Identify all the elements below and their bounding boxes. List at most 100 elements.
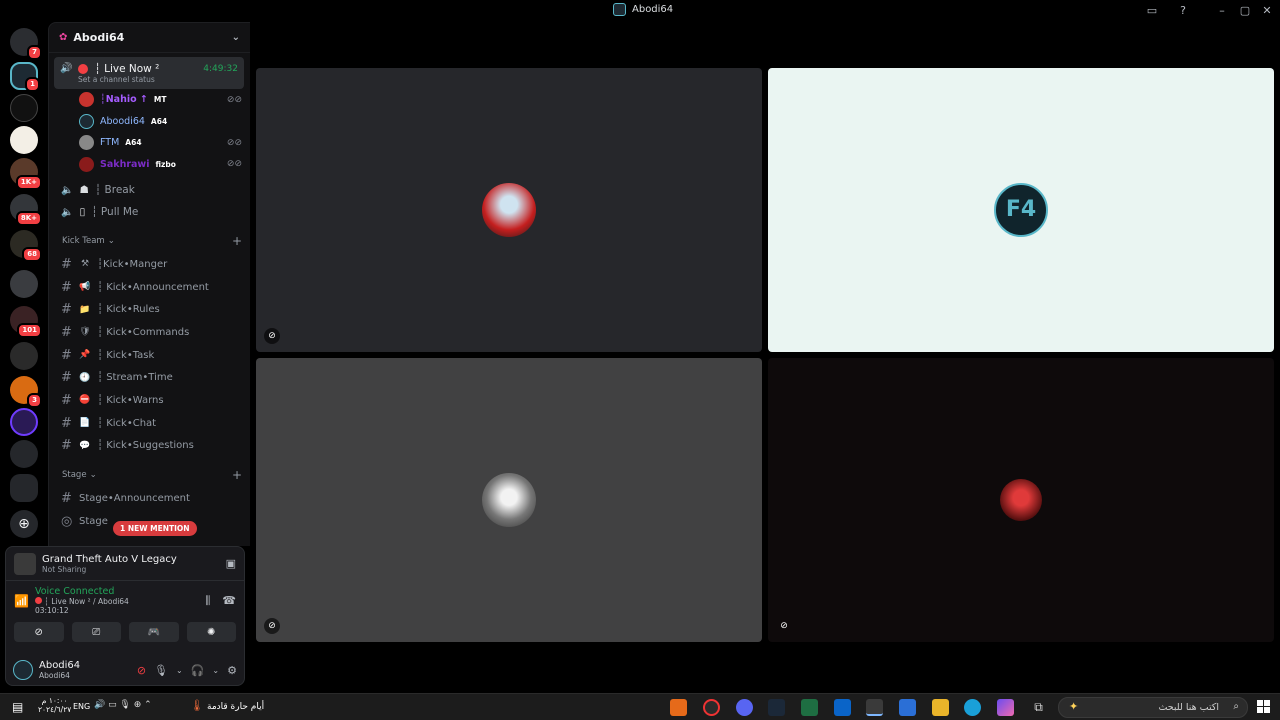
close-icon[interactable]: ✕ <box>1260 4 1274 18</box>
text-channel[interactable]: # 📌 ┆ Kick•Task <box>49 344 250 367</box>
app-icon-excel[interactable] <box>801 699 818 716</box>
app-icon-store[interactable] <box>899 699 916 716</box>
text-channel[interactable]: # 🛡 ┆ Kick•Commands <box>49 321 250 344</box>
app-icon-copilot[interactable] <box>997 699 1014 716</box>
voice-channel-live-now[interactable]: 🔊 ┆ Live Now ² 4:49:32 Set a channel sta… <box>54 57 244 89</box>
category-stage[interactable]: Stage ⌄ + <box>49 463 250 487</box>
maximize-icon[interactable]: ▢ <box>1238 4 1252 18</box>
server-o-icon[interactable] <box>10 440 38 468</box>
activities-button[interactable]: 🎮 <box>129 622 179 642</box>
hash-icon: # <box>61 324 72 340</box>
avatar[interactable] <box>13 660 33 680</box>
hash-icon: # <box>61 415 72 431</box>
hash-icon: # <box>61 256 72 272</box>
server-folder-3-icon[interactable] <box>10 270 38 298</box>
app-icon-explorer[interactable] <box>932 699 949 716</box>
avatar <box>79 135 94 151</box>
add-channel-icon[interactable]: + <box>232 234 242 248</box>
server-folder-2-icon[interactable]: 8K+ <box>10 194 42 226</box>
app-icon-illustrator[interactable] <box>670 699 687 716</box>
category-name: Stage <box>62 470 87 481</box>
text-channel[interactable]: # 💬 ┆ Kick•Suggestions <box>49 435 250 458</box>
voice-status[interactable]: Voice Connected <box>35 586 129 597</box>
voice-channel-pull-me[interactable]: 🔈 ▯ ┆ Pull Me <box>49 201 250 223</box>
participant-tile[interactable]: F4 <box>768 68 1274 352</box>
text-channel[interactable]: # ⛔ ┆ Kick•Warns <box>49 389 250 412</box>
camera-off-button[interactable]: ⊘ <box>14 622 64 642</box>
user-panel: Abodi64 Abodi64 ⊘ 🎙 ⌄ 🎧 ⌄ ⚙ <box>5 652 245 688</box>
activity-panel: Grand Theft Auto V Legacy Not Sharing ▣ <box>6 547 244 581</box>
participant-tile[interactable]: ⊘ <box>256 358 762 642</box>
channel-name: ┆ Kick•Commands <box>97 326 190 338</box>
weather-text[interactable]: أيام حارة قادمة <box>207 702 264 712</box>
camera-off-icon[interactable]: ⊘ <box>137 664 146 677</box>
task-view-icon[interactable]: ⧉ <box>1030 699 1047 716</box>
hash-icon: # <box>61 392 72 408</box>
voice-member[interactable]: FTM A64 ⊘⊘ <box>49 132 250 154</box>
server-fire-icon[interactable]: 3 <box>10 376 42 408</box>
disconnect-icon[interactable]: ☎ <box>222 594 236 608</box>
screen-share-icon[interactable]: ▣ <box>226 557 236 570</box>
language-indicator[interactable]: ENG <box>73 702 90 711</box>
voice-channel-path[interactable]: ┆ Live Now ² / Abodi64 <box>34 597 129 606</box>
server-abodi64-icon[interactable]: 1 <box>10 62 40 92</box>
text-channel[interactable]: # ⚒ ┆Kick•Manger <box>49 253 250 276</box>
game-name: Grand Theft Auto V Legacy <box>42 553 177 565</box>
clock[interactable]: ١٠:٠٠ م ٢٠٢٤/٦/٢٧ <box>38 696 71 714</box>
add-channel-icon[interactable]: + <box>232 468 242 482</box>
headphones-icon[interactable]: 🎧 <box>191 664 205 677</box>
server-folder-4-icon[interactable]: 101 <box>10 306 42 338</box>
chevron-down-icon[interactable]: ⌄ <box>212 666 219 675</box>
server-header[interactable]: ✿ Abodi64 ⌄ <box>49 23 250 53</box>
new-mention-pill[interactable]: 1 NEW MENTION <box>113 521 197 536</box>
voice-member[interactable]: ┆Nahio ↑ MT ⊘⊘ <box>49 89 250 111</box>
voice-connection: 📶 Voice Connected ┆ Live Now ² / Abodi64… <box>6 581 244 620</box>
server-folder-5-icon[interactable] <box>10 474 38 502</box>
app-icon-discord[interactable] <box>736 699 753 716</box>
text-channel[interactable]: # 📢 ┆ Kick•Announcement <box>49 276 250 299</box>
server-customs-icon[interactable] <box>10 94 38 122</box>
microphone-icon[interactable]: 🎙 <box>154 664 168 677</box>
app-icon-outlook[interactable] <box>834 699 851 716</box>
chevron-down-icon[interactable]: ⌄ <box>176 666 183 675</box>
minimize-icon[interactable]: – <box>1215 4 1229 18</box>
channel-name: ┆Kick•Manger <box>97 258 168 270</box>
screen-share-button[interactable]: ⎚ <box>71 622 121 642</box>
text-channel[interactable]: # Stage•Announcement <box>49 487 250 510</box>
channel-status[interactable]: Set a channel status <box>60 75 155 84</box>
participant-tile[interactable]: ⊘ <box>768 358 1274 642</box>
server-w-icon[interactable] <box>10 408 38 436</box>
live-dot-icon <box>78 63 89 74</box>
discord-home-icon[interactable]: 7 <box>10 28 42 60</box>
channel-emoji-icon: 🛡 <box>79 327 91 338</box>
voice-member[interactable]: Aboodi64 A64 <box>49 111 250 133</box>
server-folder-icon[interactable]: 1K+ <box>10 158 42 190</box>
settings-gear-icon[interactable]: ⚙ <box>227 664 237 677</box>
text-channel[interactable]: # 🕘 ┆ Stream•Time <box>49 366 250 389</box>
username[interactable]: Abodi64 <box>39 660 80 671</box>
avatar <box>79 92 94 108</box>
server-orange-icon[interactable] <box>10 126 38 154</box>
voice-member[interactable]: Sakhrawi fizbo ⊘⊘ <box>49 154 250 176</box>
server-guild-icon[interactable]: 68 <box>10 230 42 262</box>
tray-icons[interactable]: 🔊 ▭ 🎙 ⊕ ⌃ <box>94 700 152 710</box>
help-icon[interactable]: ? <box>1176 4 1190 18</box>
signal-icon: 📶 <box>14 594 29 608</box>
text-channel[interactable]: # 📁 ┆ Kick•Rules <box>49 298 250 321</box>
soundboard-button[interactable]: ✺ <box>186 622 236 642</box>
text-channel[interactable]: # 📄 ┆ Kick•Chat <box>49 412 250 435</box>
taskbar-search[interactable]: ✦ اكتب هنا للبحث ⌕ <box>1058 697 1248 718</box>
app-icon-steam[interactable] <box>768 699 785 716</box>
server-kick-icon[interactable] <box>10 342 38 370</box>
app-icon-edge[interactable] <box>964 699 981 716</box>
app-icon-chrome[interactable] <box>866 699 883 716</box>
category-kick-team[interactable]: Kick Team ⌄ + <box>49 229 250 253</box>
windows-start-icon[interactable] <box>1257 700 1270 713</box>
app-icon-obs[interactable] <box>703 699 720 716</box>
voice-channel-break[interactable]: 🔈 ☗ ┆ Break <box>49 179 250 201</box>
notification-icon[interactable]: ▤ <box>12 700 23 714</box>
participant-tile[interactable]: ⊘ <box>256 68 762 352</box>
noise-suppression-icon[interactable]: ⫼ <box>205 594 210 608</box>
inbox-icon[interactable]: ▭ <box>1145 4 1159 18</box>
add-server-icon[interactable]: ⊕ <box>10 510 38 538</box>
